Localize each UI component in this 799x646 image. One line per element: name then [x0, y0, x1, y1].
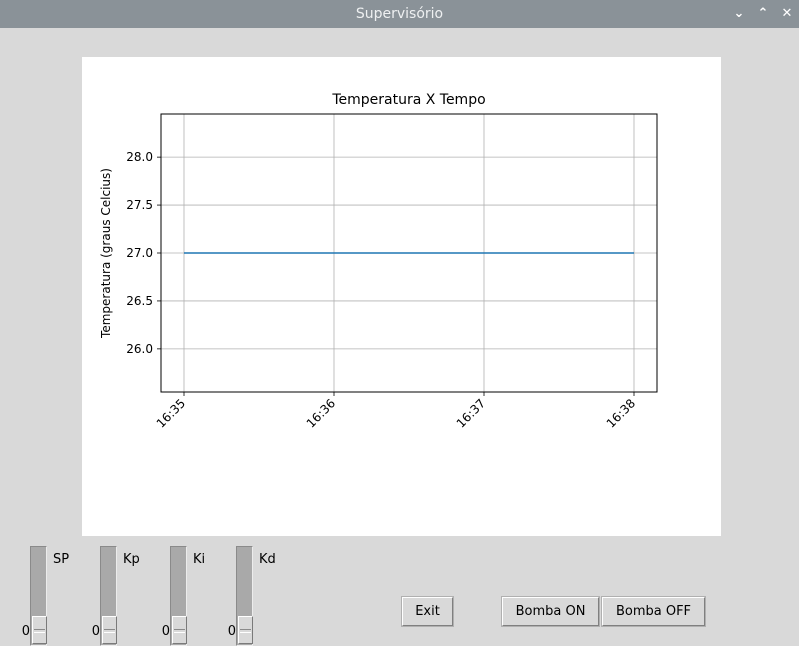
- slider-ki-thumb[interactable]: [172, 616, 187, 644]
- x-tick-label: 16:35: [154, 396, 188, 430]
- slider-kd-trough[interactable]: 0: [228, 546, 253, 646]
- y-axis-label: Temperatura (graus Celcius): [99, 168, 113, 339]
- chart-title: Temperatura X Tempo: [331, 92, 485, 108]
- temperature-chart: 16:35 16:36 16:37 16:38 26.0 26.5 27.0 27.5 28.0…: [99, 92, 658, 431]
- slider-ki-trough[interactable]: 0: [162, 546, 187, 646]
- y-tick-label: 26.5: [126, 294, 153, 308]
- y-tick-label: 26.0: [126, 342, 153, 356]
- slider-kp-value: 0: [91, 624, 100, 639]
- window-title: Supervisório: [355, 6, 444, 22]
- maximize-icon[interactable]: ⌃: [753, 4, 773, 24]
- minimize-icon[interactable]: ⌄: [729, 4, 749, 24]
- x-tick-label: 16:37: [454, 396, 488, 430]
- window-client: 16:35 16:36 16:37 16:38 26.0 26.5 27.0 27.5 28.0…: [0, 28, 799, 646]
- slider-kd-label: Kd: [259, 552, 276, 567]
- window-titlebar[interactable]: Supervisório ⌄ ⌃ ✕: [0, 0, 799, 28]
- y-tick-label: 28.0: [126, 150, 153, 164]
- slider-ki-value: 0: [161, 624, 170, 639]
- y-tick-label: 27.5: [126, 198, 153, 212]
- pump-on-button[interactable]: Bomba ON: [501, 596, 600, 627]
- slider-sp-label: SP: [53, 552, 70, 567]
- slider-kp-trough[interactable]: 0: [92, 546, 117, 646]
- close-icon[interactable]: ✕: [777, 4, 797, 24]
- exit-button[interactable]: Exit: [401, 596, 454, 627]
- slider-ki-label: Ki: [193, 552, 206, 567]
- slider-kp-thumb[interactable]: [102, 616, 117, 644]
- chart-canvas: 16:35 16:36 16:37 16:38 26.0 26.5 27.0 27.5 28.0…: [82, 57, 721, 536]
- y-tick-label: 27.0: [126, 246, 153, 260]
- slider-sp-trough[interactable]: 0: [22, 546, 47, 646]
- x-tick-label: 16:36: [304, 396, 338, 430]
- slider-sp-value: 0: [21, 624, 30, 639]
- pump-off-button[interactable]: Bomba OFF: [601, 596, 706, 627]
- slider-kp-label: Kp: [123, 552, 140, 567]
- slider-sp-thumb[interactable]: [32, 616, 47, 644]
- x-tick-label: 16:38: [604, 396, 638, 430]
- slider-kd-value: 0: [227, 624, 236, 639]
- slider-kd-thumb[interactable]: [238, 616, 253, 644]
- slider-kd[interactable]: 0 Kd: [228, 546, 310, 646]
